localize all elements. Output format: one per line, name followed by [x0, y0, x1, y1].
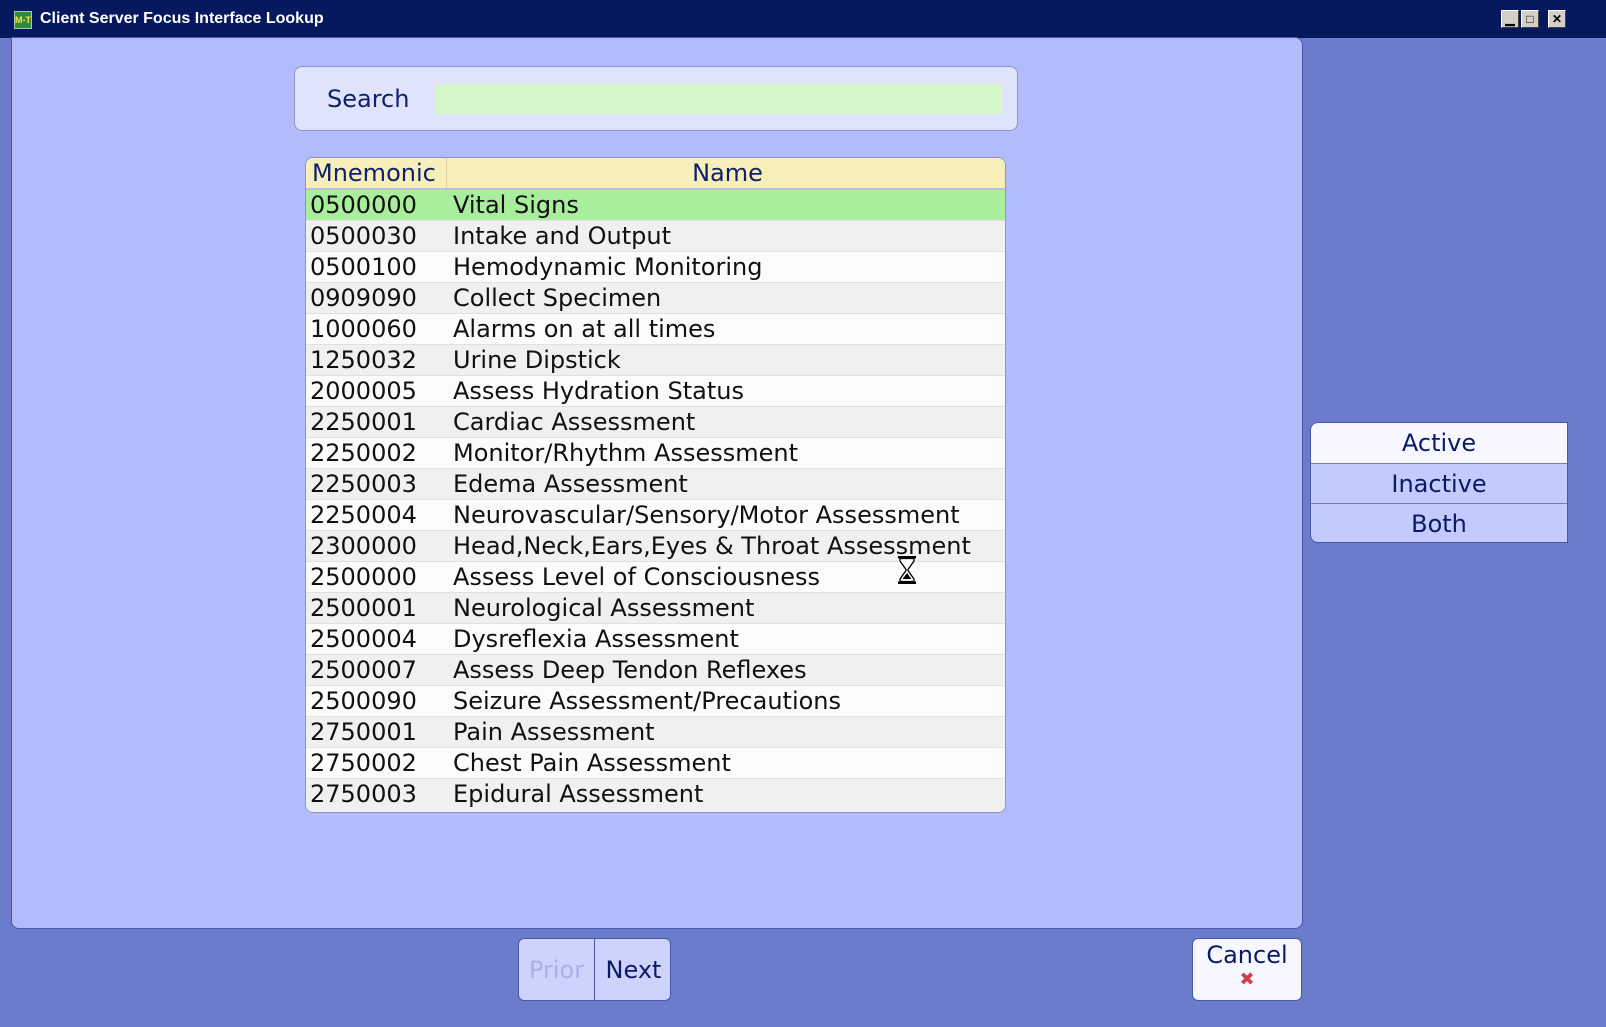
filter-active-button[interactable]: Active	[1311, 423, 1567, 463]
row-mnemonic: 2250001	[310, 408, 417, 436]
row-name: Dysreflexia Assessment	[453, 625, 739, 653]
row-mnemonic: 2250003	[310, 470, 417, 498]
table-row[interactable]: 2500090 Seizure Assessment/Precautions	[306, 686, 1005, 717]
table-row[interactable]: 2750001 Pain Assessment	[306, 717, 1005, 748]
row-name: Collect Specimen	[453, 284, 662, 312]
row-mnemonic: 2500090	[310, 687, 417, 715]
row-mnemonic: 1000060	[310, 315, 417, 343]
table-header: Mnemonic Name	[306, 158, 1005, 190]
status-filter-group: Active Inactive Both	[1310, 422, 1568, 543]
row-mnemonic: 2250002	[310, 439, 417, 467]
table-row[interactable]: 0909090 Collect Specimen	[306, 283, 1005, 314]
search-label: Search	[327, 85, 410, 113]
row-name: Urine Dipstick	[453, 346, 621, 374]
row-mnemonic: 2250004	[310, 501, 417, 529]
row-mnemonic: 2750003	[310, 780, 417, 808]
row-mnemonic: 2750002	[310, 749, 417, 777]
cancel-x-icon: ✖	[1239, 969, 1255, 990]
search-box: Search	[294, 66, 1018, 131]
row-name: Monitor/Rhythm Assessment	[453, 439, 798, 467]
minimize-button[interactable]: ▁	[1501, 10, 1519, 28]
row-mnemonic: 0500030	[310, 222, 417, 250]
filter-both-button[interactable]: Both	[1311, 503, 1567, 542]
table-row[interactable]: 1000060 Alarms on at all times	[306, 314, 1005, 345]
close-button[interactable]: ✕	[1548, 10, 1566, 28]
row-mnemonic: 2750001	[310, 718, 417, 746]
row-mnemonic: 0500000	[310, 191, 417, 219]
table-row[interactable]: 2250003 Edema Assessment	[306, 469, 1005, 500]
column-header-mnemonic[interactable]: Mnemonic	[312, 159, 436, 187]
column-header-name[interactable]: Name	[450, 159, 1005, 187]
row-mnemonic: 0500100	[310, 253, 417, 281]
row-name: Cardiac Assessment	[453, 408, 696, 436]
row-mnemonic: 2500000	[310, 563, 417, 591]
table-row[interactable]: 2250001 Cardiac Assessment	[306, 407, 1005, 438]
row-name: Pain Assessment	[453, 718, 655, 746]
column-divider	[446, 158, 447, 188]
row-mnemonic: 0909090	[310, 284, 417, 312]
table-row[interactable]: 0500000 Vital Signs	[306, 190, 1005, 221]
row-name: Seizure Assessment/Precautions	[453, 687, 842, 715]
row-name: Neurological Assessment	[453, 594, 755, 622]
row-name: Edema Assessment	[453, 470, 688, 498]
row-name: Intake and Output	[453, 222, 671, 250]
row-name: Alarms on at all times	[453, 315, 716, 343]
table-row[interactable]: 0500100 Hemodynamic Monitoring	[306, 252, 1005, 283]
filter-inactive-button[interactable]: Inactive	[1311, 463, 1567, 503]
row-name: Neurovascular/Sensory/Motor Assessment	[453, 501, 960, 529]
table-row[interactable]: 2250004 Neurovascular/Sensory/Motor Asses…	[306, 500, 1005, 531]
row-name: Assess Hydration Status	[453, 377, 744, 405]
table-row[interactable]: 2500004 Dysreflexia Assessment	[306, 624, 1005, 655]
row-mnemonic: 2000005	[310, 377, 417, 405]
table-row[interactable]: 2250002 Monitor/Rhythm Assessment	[306, 438, 1005, 469]
table-row[interactable]: 0500030 Intake and Output	[306, 221, 1005, 252]
table-row[interactable]: 2500007 Assess Deep Tendon Reflexes	[306, 655, 1005, 686]
cancel-label: Cancel	[1206, 941, 1288, 969]
prior-button[interactable]: Prior	[519, 939, 595, 1000]
search-input[interactable]	[436, 84, 1002, 114]
table-row[interactable]: 1250032 Urine Dipstick	[306, 345, 1005, 376]
row-name: Vital Signs	[453, 191, 579, 219]
lookup-table: Mnemonic Name 0500000 Vital Signs 0500030 I…	[305, 157, 1006, 813]
row-name: Epidural Assessment	[453, 780, 704, 808]
row-name: Assess Deep Tendon Reflexes	[453, 656, 807, 684]
table-row[interactable]: 2750002 Chest Pain Assessment	[306, 748, 1005, 779]
row-mnemonic: 2500001	[310, 594, 417, 622]
table-row[interactable]: 2000005 Assess Hydration Status	[306, 376, 1005, 407]
table-row[interactable]: 2500001 Neurological Assessment	[306, 593, 1005, 624]
cancel-button[interactable]: Cancel ✖	[1192, 938, 1302, 1001]
row-mnemonic: 1250032	[310, 346, 417, 374]
maximize-button[interactable]: □	[1521, 10, 1539, 28]
row-mnemonic: 2500007	[310, 656, 417, 684]
table-row[interactable]: 2750003 Epidural Assessment	[306, 779, 1005, 812]
title-bar: M‐T Client Server Focus Interface Lookup…	[0, 0, 1606, 38]
window-title: Client Server Focus Interface Lookup	[40, 10, 324, 27]
row-mnemonic: 2300000	[310, 532, 417, 560]
app-icon: M‐T	[14, 11, 32, 29]
row-name: Head,Neck,Ears,Eyes & Throat Assessment	[453, 532, 971, 560]
row-name: Assess Level of Consciousness	[453, 563, 820, 591]
table-body: 0500000 Vital Signs 0500030 Intake and Outp…	[306, 190, 1005, 812]
pager: Prior Next	[518, 938, 671, 1001]
hourglass-cursor-icon	[898, 556, 916, 584]
row-name: Chest Pain Assessment	[453, 749, 731, 777]
row-mnemonic: 2500004	[310, 625, 417, 653]
row-name: Hemodynamic Monitoring	[453, 253, 763, 281]
next-button[interactable]: Next	[595, 939, 670, 1000]
